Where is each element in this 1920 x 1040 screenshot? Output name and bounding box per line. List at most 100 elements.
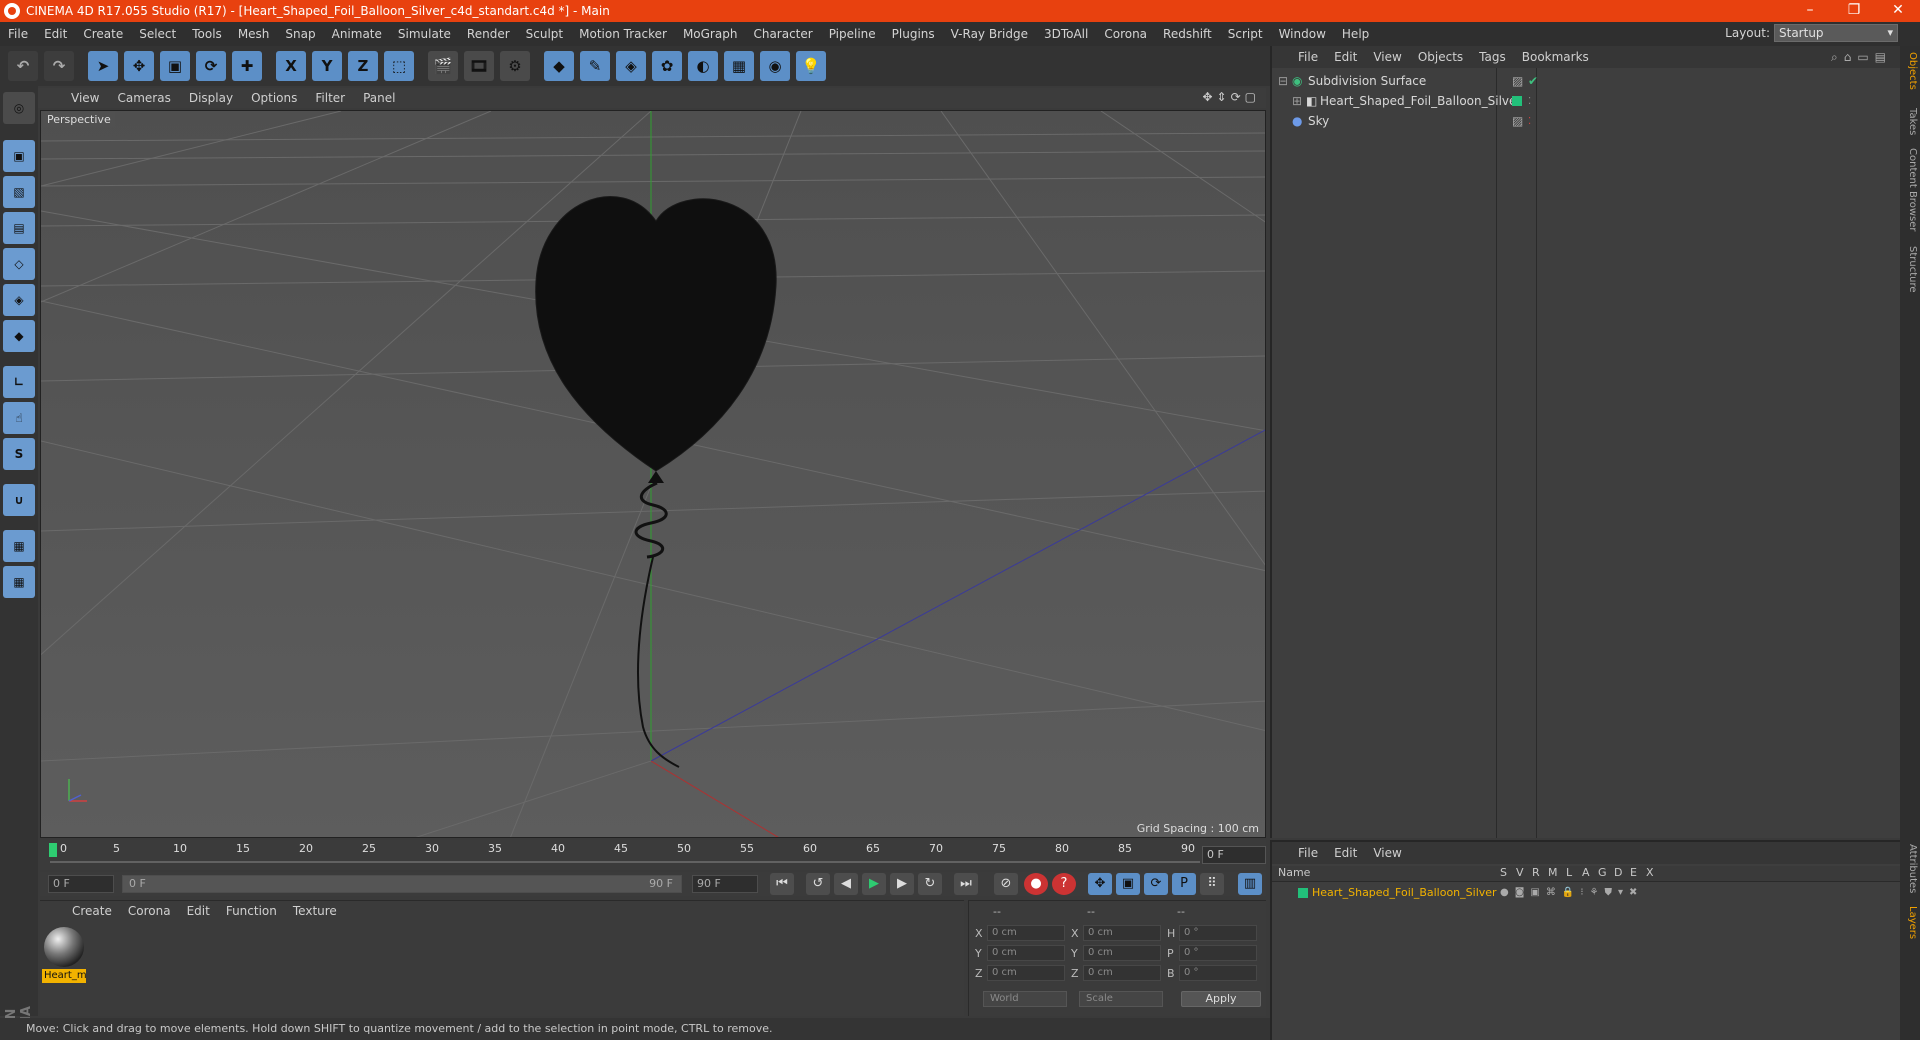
viewport-menu-options[interactable]: Options [242,91,306,105]
key-point-level-icon[interactable]: ⠿ [1200,873,1224,895]
frame-range-slider[interactable]: 0 F 90 F [122,875,682,893]
previous-frame-icon[interactable]: ◀ [834,873,858,895]
render-view-icon[interactable]: 🎬 [428,51,458,81]
layer-color-chip[interactable] [1512,96,1522,106]
menu-edit[interactable]: Edit [36,27,75,41]
tree-collapse-icon[interactable]: ⊟ [1278,72,1288,91]
menu-corona[interactable]: Corona [1096,27,1155,41]
material-menu-texture[interactable]: Texture [285,904,345,918]
viewport-menu-view[interactable]: View [62,91,108,105]
axis-mode-icon[interactable]: ∟ [3,366,35,398]
tab-layers[interactable]: Layers [1902,906,1918,939]
layer-row[interactable]: Heart_Shaped_Foil_Balloon_Silver ●◙▣⌘🔒⁝⚘… [1272,884,1902,902]
menu-help[interactable]: Help [1334,27,1377,41]
record-keys-off-icon[interactable]: ⊘ [994,873,1018,895]
go-to-end-icon[interactable]: ⏭ [954,873,978,895]
tab-structure[interactable]: Structure [1902,246,1918,293]
objects-menu-tags[interactable]: Tags [1471,50,1514,64]
menu-simulate[interactable]: Simulate [390,27,459,41]
redo-icon[interactable]: ↷ [44,51,74,81]
menu-vray-bridge[interactable]: V-Ray Bridge [943,27,1036,41]
objects-menu-view[interactable]: View [1365,50,1409,64]
menu-window[interactable]: Window [1271,27,1334,41]
objects-menu-file[interactable]: File [1290,50,1326,64]
undo-icon[interactable]: ↶ [8,51,38,81]
layer-toggle-icons[interactable]: ●◙▣⌘🔒⁝⚘⛊▾✖ [1500,884,1643,902]
layers-menu-file[interactable]: File [1290,846,1326,860]
snap-magnet-icon[interactable]: ∪ [3,484,35,516]
next-frame-icon[interactable]: ▶ [890,873,914,895]
menu-mesh[interactable]: Mesh [230,27,278,41]
start-frame-field[interactable]: 0 F [48,875,114,893]
rotation-h-field[interactable]: 0 ° [1179,925,1257,941]
viewport-navigation-icons[interactable]: ✥⇕⟳▢ [1202,90,1260,104]
size-z-field[interactable]: 0 cm [1083,965,1161,981]
layers-menu-view[interactable]: View [1365,846,1409,860]
camera-icon[interactable]: ◉ [760,51,790,81]
rotation-p-field[interactable]: 0 ° [1179,945,1257,961]
next-key-icon[interactable]: ↻ [918,873,942,895]
material-menu-function[interactable]: Function [218,904,285,918]
layer-col-g[interactable]: G [1598,866,1607,879]
y-axis-lock-button[interactable]: Y [312,51,342,81]
object-row-heart-balloon[interactable]: ⊞ ◧ Heart_Shaped_Foil_Balloon_Silver ⁚ [1276,92,1896,111]
menu-pipeline[interactable]: Pipeline [821,27,884,41]
object-row-sky[interactable]: ● Sky ▨ ⁚ [1276,112,1896,131]
coordinate-system-icon[interactable]: ⬚ [384,51,414,81]
objects-menu-bookmarks[interactable]: Bookmarks [1514,50,1597,64]
menu-render[interactable]: Render [459,27,518,41]
viewport-menu-display[interactable]: Display [180,91,242,105]
tab-takes[interactable]: Takes [1902,108,1918,135]
subdivision-generator-icon[interactable]: ◈ [616,51,646,81]
tab-attributes[interactable]: Attributes [1902,844,1918,893]
scale-tool-icon[interactable]: ▣ [160,51,190,81]
cube-primitive-icon[interactable]: ◆ [544,51,574,81]
layout-select[interactable]: Startup [1774,24,1898,42]
render-off-dots-icon[interactable]: ⁚ [1528,112,1531,131]
floor-scene-icon[interactable]: ▦ [724,51,754,81]
menu-redshift[interactable]: Redshift [1155,27,1220,41]
size-y-field[interactable]: 0 cm [1083,945,1161,961]
material-menu-create[interactable]: Create [64,904,120,918]
edges-mode-icon[interactable]: ◈ [3,284,35,316]
key-position-icon[interactable]: ✥ [1088,873,1112,895]
layer-col-l[interactable]: L [1566,866,1572,879]
workplane-snap-icon[interactable]: ▦ [3,566,35,598]
timeline-ruler[interactable]: 0 5 10 15 20 25 30 35 40 45 50 55 60 65 … [40,840,1266,870]
menu-select[interactable]: Select [131,27,184,41]
menu-3dtoall[interactable]: 3DToAll [1036,27,1096,41]
layer-color-chip[interactable] [1298,888,1308,898]
workplane-lock-icon[interactable]: ▦ [3,530,35,562]
layer-col-a[interactable]: A [1582,866,1590,879]
rotation-b-field[interactable]: 0 ° [1179,965,1257,981]
objects-menu-objects[interactable]: Objects [1410,50,1471,64]
visibility-toggle-icon[interactable]: ▨ [1512,72,1523,91]
polygons-mode-icon[interactable]: ◆ [3,320,35,352]
menu-file[interactable]: File [0,27,36,41]
position-y-field[interactable]: 0 cm [987,945,1065,961]
menu-tools[interactable]: Tools [184,27,230,41]
object-manager-search-icons[interactable]: ⌕⌂▭▤ [1831,50,1892,65]
viewport-menu-panel[interactable]: Panel [354,91,404,105]
objects-menu-edit[interactable]: Edit [1326,50,1365,64]
end-frame-field[interactable]: 90 F [692,875,758,893]
pen-spline-icon[interactable]: ✎ [580,51,610,81]
material-menu-edit[interactable]: Edit [179,904,218,918]
enabled-check-icon[interactable]: ✔ [1528,72,1538,91]
deformer-icon[interactable]: ◐ [688,51,718,81]
layer-col-r[interactable]: R [1532,866,1540,879]
make-editable-icon[interactable]: ◎ [3,92,35,124]
material-preview-sphere[interactable] [44,927,84,967]
timeline-window-icon[interactable]: ▥ [1238,873,1262,895]
material-name-label[interactable]: Heart_m [42,969,87,983]
tree-expand-icon[interactable]: ⊞ [1292,92,1302,111]
visibility-dots-icon[interactable]: ⁚ [1528,92,1531,111]
minimize-icon[interactable]: – [1788,0,1832,22]
layer-col-v[interactable]: V [1516,866,1524,879]
perspective-viewport[interactable]: Perspective Grid Spacing : 100 cm [40,110,1266,838]
key-parameter-icon[interactable]: P [1172,873,1196,895]
position-z-field[interactable]: 0 cm [987,965,1065,981]
model-mode-icon[interactable]: ▣ [3,140,35,172]
x-axis-lock-button[interactable]: X [276,51,306,81]
z-axis-lock-button[interactable]: Z [348,51,378,81]
